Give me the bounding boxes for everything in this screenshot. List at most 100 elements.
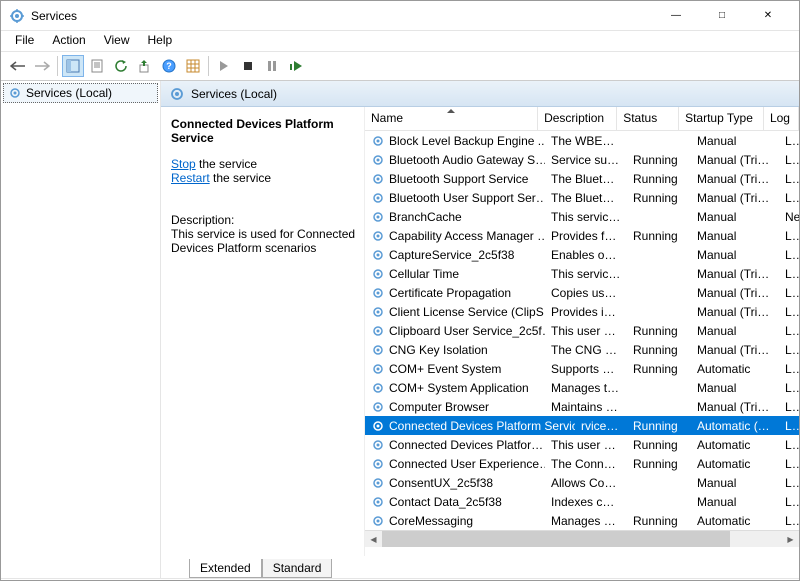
service-status-cell: Running: [627, 514, 691, 528]
tree-item-services-local[interactable]: Services (Local): [3, 83, 158, 103]
stop-suffix: the service: [196, 157, 257, 171]
start-service-button[interactable]: [213, 55, 235, 77]
tree-item-label: Services (Local): [26, 86, 112, 100]
service-row[interactable]: Client License Service (ClipS…Provides i…: [365, 302, 799, 321]
service-name-cell: CNG Key Isolation: [365, 343, 545, 357]
service-startup-cell: Manual (Trig…: [691, 267, 779, 281]
show-hide-tree-button[interactable]: [62, 55, 84, 77]
export-button[interactable]: [134, 55, 156, 77]
menu-action[interactable]: Action: [44, 31, 93, 51]
service-row[interactable]: COM+ Event SystemSupports Sy…RunningAuto…: [365, 359, 799, 378]
grid-button[interactable]: [182, 55, 204, 77]
scroll-right-button[interactable]: ▶: [782, 531, 799, 547]
service-name-cell: COM+ System Application: [365, 381, 545, 395]
service-startup-cell: Manual (Trig…: [691, 153, 779, 167]
service-logon-cell: Net: [779, 210, 799, 224]
service-row[interactable]: Connected Devices Platfor…This user ser……: [365, 435, 799, 454]
service-logon-cell: Loca: [779, 495, 799, 509]
menu-file[interactable]: File: [7, 31, 42, 51]
restart-link[interactable]: Restart: [171, 171, 210, 185]
column-logon[interactable]: Log: [764, 107, 799, 130]
toolbar: ?: [1, 51, 799, 81]
service-name: CoreMessaging: [389, 514, 473, 528]
service-row[interactable]: CNG Key IsolationThe CNG ke…RunningManua…: [365, 340, 799, 359]
service-startup-cell: Automatic: [691, 457, 779, 471]
service-description-cell: Indexes con…: [545, 495, 627, 509]
tab-standard[interactable]: Standard: [262, 559, 333, 578]
service-row[interactable]: Connected Devices Platform Servicervice …: [365, 416, 799, 435]
service-logon-cell: Loca: [779, 476, 799, 490]
service-row[interactable]: Bluetooth User Support Ser…The Bluetoo…R…: [365, 188, 799, 207]
service-row[interactable]: Bluetooth Audio Gateway S…Service sup…Ru…: [365, 150, 799, 169]
column-status[interactable]: Status: [617, 107, 679, 130]
service-name: Certificate Propagation: [389, 286, 511, 300]
scroll-thumb[interactable]: [382, 531, 730, 547]
properties-button[interactable]: [86, 55, 108, 77]
minimize-button[interactable]: —: [653, 1, 699, 31]
service-name: Bluetooth User Support Ser…: [389, 191, 545, 205]
service-logon-cell: Loca: [779, 514, 799, 528]
service-name-cell: Block Level Backup Engine ...: [365, 134, 545, 148]
service-row[interactable]: COM+ System ApplicationManages th…Manual…: [365, 378, 799, 397]
service-startup-cell: Manual (Trig…: [691, 191, 779, 205]
service-startup-cell: Automatic: [691, 362, 779, 376]
service-status-cell: Running: [627, 438, 691, 452]
pause-service-button[interactable]: [261, 55, 283, 77]
service-name: BranchCache: [389, 210, 462, 224]
service-row[interactable]: ConsentUX_2c5f38Allows Con…ManualLoca: [365, 473, 799, 492]
service-name-cell: Bluetooth User Support Ser…: [365, 191, 545, 205]
menu-bar: File Action View Help: [1, 31, 799, 51]
service-list[interactable]: Block Level Backup Engine ...The WBENG…M…: [365, 131, 799, 556]
service-row[interactable]: Clipboard User Service_2c5f…This user se…: [365, 321, 799, 340]
menu-view[interactable]: View: [96, 31, 138, 51]
restart-suffix: the service: [210, 171, 271, 185]
column-startup-type[interactable]: Startup Type: [679, 107, 764, 130]
service-name: Capability Access Manager …: [389, 229, 545, 243]
service-name-cell: BranchCache: [365, 210, 545, 224]
app-icon: [9, 8, 25, 24]
stop-service-button[interactable]: [237, 55, 259, 77]
help-button[interactable]: ?: [158, 55, 180, 77]
stop-link[interactable]: Stop: [171, 157, 196, 171]
selected-service-name: Connected Devices Platform Service: [171, 117, 358, 145]
service-startup-cell: Automatic: [691, 438, 779, 452]
service-status-cell: Running: [627, 362, 691, 376]
service-row[interactable]: Certificate PropagationCopies user …Manu…: [365, 283, 799, 302]
back-button[interactable]: [7, 55, 29, 77]
service-row[interactable]: Capability Access Manager …Provides fac……: [365, 226, 799, 245]
restart-service-button[interactable]: [285, 55, 307, 77]
maximize-button[interactable]: □: [699, 1, 745, 31]
service-row[interactable]: Computer BrowserMaintains a…Manual (Trig…: [365, 397, 799, 416]
service-name: CaptureService_2c5f38: [389, 248, 514, 262]
service-logon-cell: Loca: [779, 286, 799, 300]
column-description[interactable]: Description: [538, 107, 617, 130]
service-startup-cell: Manual (Trig…: [691, 400, 779, 414]
service-status-cell: Running: [627, 153, 691, 167]
service-row[interactable]: Connected User Experience…The Connec…Run…: [365, 454, 799, 473]
column-name[interactable]: Name: [365, 107, 538, 130]
scroll-left-button[interactable]: ◀: [365, 531, 382, 547]
menu-help[interactable]: Help: [140, 31, 181, 51]
service-name-cell: COM+ Event System: [365, 362, 545, 376]
service-row[interactable]: Contact Data_2c5f38Indexes con…ManualLoc…: [365, 492, 799, 511]
forward-button[interactable]: [31, 55, 53, 77]
console-tree[interactable]: Services (Local): [1, 81, 161, 578]
service-logon-cell: Loca: [779, 267, 799, 281]
service-row[interactable]: CoreMessagingManages co…RunningAutomatic…: [365, 511, 799, 530]
service-name-cell: Clipboard User Service_2c5f…: [365, 324, 545, 338]
service-logon-cell: Loca: [779, 438, 799, 452]
horizontal-scrollbar[interactable]: ◀ ▶: [365, 530, 799, 547]
service-row[interactable]: BranchCacheThis service …ManualNet: [365, 207, 799, 226]
tab-extended[interactable]: Extended: [189, 559, 262, 578]
service-row[interactable]: Cellular TimeThis service …Manual (Trig……: [365, 264, 799, 283]
gear-icon: [371, 153, 385, 167]
service-row[interactable]: CaptureService_2c5f38Enables opti…Manual…: [365, 245, 799, 264]
service-row[interactable]: Block Level Backup Engine ...The WBENG…M…: [365, 131, 799, 150]
gear-icon: [371, 514, 385, 528]
service-name: Bluetooth Audio Gateway S…: [389, 153, 545, 167]
service-row[interactable]: Bluetooth Support ServiceThe Bluetoo…Run…: [365, 169, 799, 188]
service-logon-cell: Loca: [779, 457, 799, 471]
refresh-button[interactable]: [110, 55, 132, 77]
close-button[interactable]: ✕: [745, 1, 791, 31]
service-name: COM+ System Application: [389, 381, 529, 395]
